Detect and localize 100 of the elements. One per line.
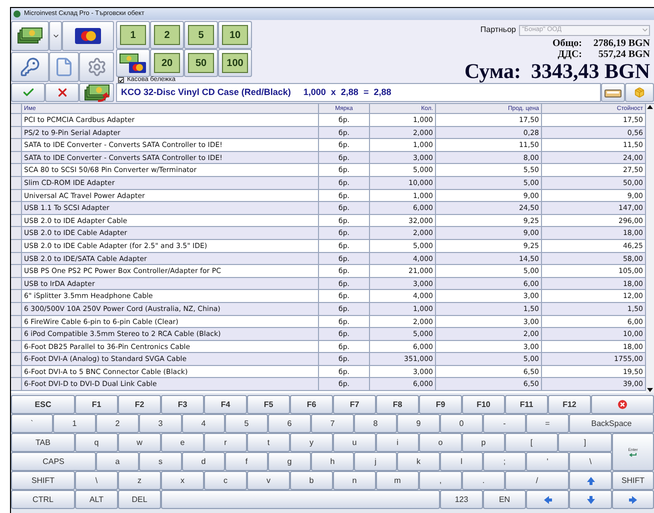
keyboard-key[interactable]: CAPS	[11, 452, 96, 471]
keyboard-key[interactable]: 123	[440, 490, 483, 509]
row-header[interactable]	[11, 114, 22, 126]
keyboard-key[interactable]: a	[96, 452, 139, 471]
keyboard-key[interactable]: ]	[558, 433, 612, 452]
keyboard-key[interactable]	[591, 395, 654, 414]
keyboard-key[interactable]: u	[333, 433, 376, 452]
keyboard-key[interactable]: [	[505, 433, 558, 452]
return-button[interactable]	[79, 83, 114, 102]
row-header[interactable]	[11, 126, 22, 138]
row-header[interactable]	[11, 227, 22, 239]
keyboard-key[interactable]: 3	[139, 414, 182, 433]
keyboard-key[interactable]: '	[526, 452, 569, 471]
keyboard-key[interactable]: F7	[333, 395, 376, 414]
keyboard-key[interactable]: 9	[397, 414, 440, 433]
keyboard-key[interactable]: =	[526, 414, 569, 433]
keyboard-key[interactable]: \	[75, 471, 118, 490]
banknote-button[interactable]: 1	[116, 21, 150, 49]
keyboard-key[interactable]: F9	[419, 395, 462, 414]
cash-button[interactable]	[11, 21, 49, 51]
keyboard-key[interactable]: CTRL	[11, 490, 75, 509]
keyboard-key[interactable]: \	[569, 452, 612, 471]
keyboard-key[interactable]: l	[440, 452, 483, 471]
keyboard-key[interactable]: F1	[75, 395, 118, 414]
keyboard-key[interactable]: F6	[290, 395, 333, 414]
cash-card-button[interactable]	[116, 49, 150, 77]
row-header[interactable]	[11, 252, 22, 264]
keyboard-key[interactable]	[569, 490, 612, 509]
keyboard-key[interactable]: ALT	[75, 490, 118, 509]
row-header[interactable]	[11, 202, 22, 214]
keyboard-key[interactable]: w	[118, 433, 161, 452]
keyboard-key[interactable]: F4	[204, 395, 247, 414]
keyboard-key[interactable]: 8	[354, 414, 397, 433]
keyboard-key[interactable]: SHIFT	[612, 471, 654, 490]
keyboard-key[interactable]: i	[376, 433, 419, 452]
cancel-button[interactable]	[45, 83, 79, 102]
keyboard-key[interactable]: BackSpace	[569, 414, 654, 433]
keyboard-key[interactable]: m	[376, 471, 419, 490]
keyboard-key[interactable]: TAB	[11, 433, 75, 452]
keyboard-key[interactable]: o	[419, 433, 462, 452]
keyboard-key[interactable]: F12	[548, 395, 591, 414]
row-header[interactable]	[11, 353, 22, 365]
banknote-button[interactable]: 2	[150, 21, 184, 49]
row-header[interactable]	[11, 139, 22, 151]
keyboard-key[interactable]: k	[397, 452, 440, 471]
keyboard-key[interactable]: F2	[118, 395, 161, 414]
keyboard-key[interactable]: F5	[247, 395, 290, 414]
keyboard-key[interactable]: t	[247, 433, 290, 452]
keyboard-key[interactable]: v	[247, 471, 290, 490]
keyboard-key[interactable]	[526, 490, 569, 509]
banknote-button[interactable]: 50	[184, 49, 218, 77]
row-header[interactable]	[11, 302, 22, 314]
scrollbar[interactable]	[646, 104, 654, 393]
keyboard-key[interactable]: 5	[225, 414, 268, 433]
keyboard-key[interactable]: F10	[462, 395, 505, 414]
keyboard-key[interactable]: h	[311, 452, 354, 471]
keyboard-key[interactable]: .	[462, 471, 505, 490]
row-header[interactable]	[11, 190, 22, 202]
keyboard-key[interactable]: z	[118, 471, 161, 490]
row-header[interactable]	[11, 240, 22, 252]
keyboard-key[interactable]	[569, 471, 612, 490]
keyboard-key[interactable]: EN	[483, 490, 526, 509]
keyboard-key[interactable]: DEL	[118, 490, 161, 509]
keyboard-key[interactable]: 1	[53, 414, 96, 433]
keyboard-key[interactable]: F3	[161, 395, 204, 414]
space-key[interactable]	[161, 490, 440, 509]
keyboard-key[interactable]: ;	[483, 452, 526, 471]
scanner-button[interactable]	[601, 83, 625, 102]
keyboard-key[interactable]: j	[354, 452, 397, 471]
banknote-button[interactable]: 10	[218, 21, 252, 49]
keyboard-key[interactable]: F11	[505, 395, 548, 414]
keyboard-key[interactable]: f	[225, 452, 268, 471]
keyboard-key[interactable]: c	[204, 471, 247, 490]
banknote-button[interactable]: 20	[150, 49, 184, 77]
row-header[interactable]	[11, 328, 22, 340]
keyboard-key[interactable]: y	[290, 433, 333, 452]
row-header[interactable]	[11, 152, 22, 164]
keyboard-key[interactable]: 0	[440, 414, 483, 433]
row-header[interactable]	[11, 278, 22, 290]
row-header[interactable]	[11, 164, 22, 176]
keyboard-key[interactable]: x	[161, 471, 204, 490]
banknote-button[interactable]: 100	[218, 49, 252, 77]
keyboard-key[interactable]: 4	[182, 414, 225, 433]
keyboard-key[interactable]: e	[161, 433, 204, 452]
keyboard-key[interactable]: SHIFT	[11, 471, 75, 490]
row-header[interactable]	[11, 366, 22, 378]
keyboard-key[interactable]: s	[139, 452, 182, 471]
row-header[interactable]	[11, 290, 22, 302]
keyboard-key[interactable]: q	[75, 433, 118, 452]
keyboard-key[interactable]: ,	[419, 471, 462, 490]
keyboard-key[interactable]: `	[11, 414, 53, 433]
banknote-button[interactable]: 5	[184, 21, 218, 49]
row-header[interactable]	[11, 340, 22, 352]
keyboard-key[interactable]: ESC	[11, 395, 75, 414]
keyboard-key[interactable]: d	[182, 452, 225, 471]
keyboard-key[interactable]: F8	[376, 395, 419, 414]
keyboard-key[interactable]: 2	[96, 414, 139, 433]
keyboard-key[interactable]: b	[290, 471, 333, 490]
row-header[interactable]	[11, 316, 22, 328]
product-button[interactable]	[625, 83, 654, 102]
